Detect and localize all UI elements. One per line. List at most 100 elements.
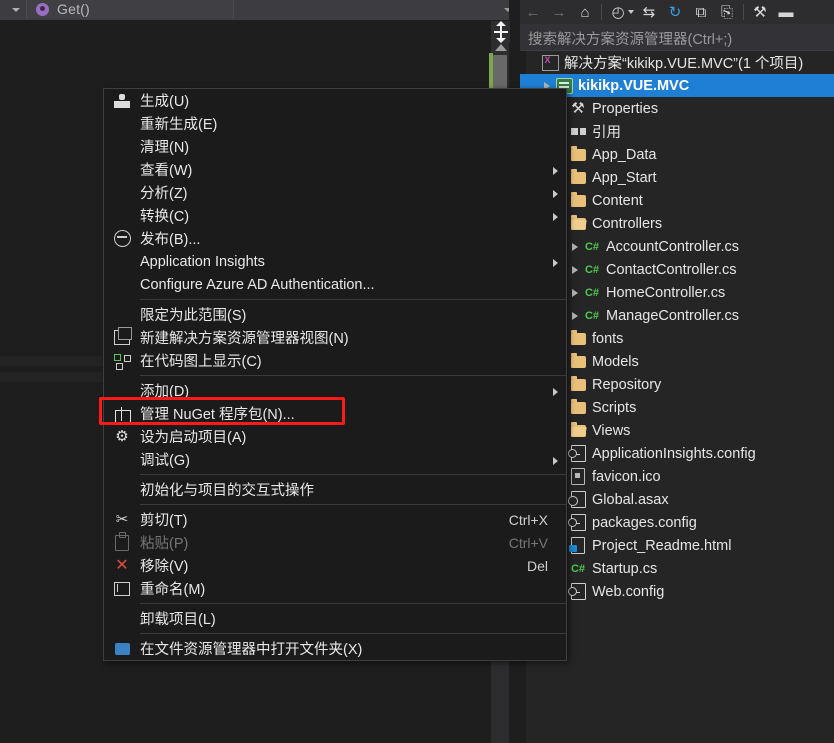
tree-item[interactable]: Project_Readme.html (520, 534, 834, 557)
refresh-icon[interactable]: ↻ (662, 1, 688, 23)
tree-item[interactable]: 引用 (520, 120, 834, 143)
menu-item[interactable]: 转换(C) (104, 204, 566, 227)
menu-item-label: 剪切(T) (140, 513, 188, 529)
menu-item[interactable]: 在代码图上显示(C) (104, 349, 566, 372)
tree-item[interactable]: C# ManageController.cs (520, 304, 834, 327)
menu-item[interactable]: Configure Azure AD Authentication... (104, 273, 566, 296)
menu-item[interactable]: ⚙ 设为启动项目(A) (104, 425, 566, 448)
tree-item-label: 解决方案“kikikp.VUE.MVC”(1 个项目) (564, 56, 804, 72)
solution-explorer-toolbar: ← → ⌂ ◴ ⇆ ↻ ⧉ ⎘ ⚒ ▬ (520, 0, 834, 24)
project-context-menu[interactable]: 生成(U) 重新生成(E) 清理(N) 查看(W) 分析(Z) 转换(C) 发布(B)...… (99, 88, 567, 661)
tree-item[interactable]: Scripts (520, 396, 834, 419)
collapse-all-icon[interactable]: ⧉ (688, 1, 714, 23)
tree-expander-empty (526, 51, 540, 74)
menu-item[interactable]: 添加(D) (104, 379, 566, 402)
menu-item[interactable]: Application Insights (104, 250, 566, 273)
tree-item[interactable]: ApplicationInsights.config (520, 442, 834, 465)
solution-explorer-tree[interactable]: 解决方案“kikikp.VUE.MVC”(1 个项目) kikikp.VUE.MV… (520, 51, 834, 743)
tree-item[interactable]: Web.config (520, 580, 834, 603)
tree-item[interactable]: App_Data (520, 143, 834, 166)
back-icon[interactable]: ← (520, 1, 546, 23)
show-all-files-icon[interactable]: ⎘ (714, 1, 740, 23)
menu-item[interactable]: 在文件资源管理器中打开文件夹(X) (104, 637, 566, 660)
tree-item[interactable]: C# HomeController.cs (520, 281, 834, 304)
tree-item[interactable]: Views (520, 419, 834, 442)
tree-item-label: favicon.ico (592, 468, 661, 485)
chevron-right-icon[interactable] (568, 235, 582, 258)
preview-selected-items-icon[interactable]: ▬ (773, 1, 799, 23)
tree-item[interactable]: 解决方案“kikikp.VUE.MVC”(1 个项目) (520, 51, 834, 74)
tree-item[interactable]: C# Startup.cs (520, 557, 834, 580)
menu-separator (140, 474, 566, 475)
menu-item[interactable]: ✂ 剪切(T) Ctrl+X (104, 508, 566, 531)
tree-item[interactable]: ⚒ Properties (520, 97, 834, 120)
sync-with-active-document-icon[interactable]: ⇆ (636, 1, 662, 23)
menu-item[interactable]: 限定为此范围(S) (104, 303, 566, 326)
solution-explorer-search[interactable]: 搜索解决方案资源管理器(Ctrl+;) (520, 24, 834, 51)
chevron-right-icon (553, 190, 558, 198)
menu-item-label: 限定为此范围(S) (140, 308, 247, 324)
tree-item-selected[interactable]: kikikp.VUE.MVC (520, 74, 834, 97)
tree-item[interactable]: packages.config (520, 511, 834, 534)
solution-icon (540, 51, 560, 74)
menu-item-label: 分析(Z) (140, 186, 188, 202)
menu-item[interactable]: 卸载项目(L) (104, 607, 566, 630)
tree-item-label: Controllers (592, 215, 663, 232)
gear-icon: ⚙ (115, 428, 129, 445)
html-file-icon (568, 534, 588, 557)
member-dropdown[interactable]: Get() (26, 0, 234, 19)
menu-item[interactable]: 管理 NuGet 程序包(N)... (99, 397, 566, 425)
chevron-right-icon[interactable] (568, 258, 582, 281)
tree-item-label: Models (592, 353, 639, 370)
tree-item-label: Project_Readme.html (592, 537, 732, 554)
menu-item-label: 重新生成(E) (140, 117, 218, 133)
menu-icon-empty (104, 448, 140, 471)
menu-item-label: 粘贴(P) (140, 536, 189, 552)
scroll-up-arrow-icon[interactable] (495, 44, 507, 51)
menu-icon-empty (104, 250, 140, 273)
tree-item[interactable]: C# ContactController.cs (520, 258, 834, 281)
menu-item[interactable]: 清理(N) (104, 135, 566, 158)
pending-changes-icon[interactable]: ◴ (605, 1, 631, 23)
menu-item-label: 管理 NuGet 程序包(N)... (140, 407, 295, 423)
menu-item[interactable]: 分析(Z) (104, 181, 566, 204)
menu-item-label: 新建解决方案资源管理器视图(N) (140, 331, 349, 347)
menu-icon-empty (104, 478, 140, 501)
menu-item[interactable]: 新建解决方案资源管理器视图(N) (104, 326, 566, 349)
tree-item[interactable]: Models (520, 350, 834, 373)
tree-item[interactable]: Repository (520, 373, 834, 396)
chevron-right-icon[interactable] (568, 281, 582, 304)
menu-item[interactable]: 重命名(M) (104, 577, 566, 600)
csharp-file-icon: C# (584, 309, 600, 322)
tree-item[interactable]: fonts (520, 327, 834, 350)
forward-icon[interactable]: → (546, 1, 572, 23)
menu-item-label: Application Insights (140, 253, 265, 270)
tree-item-label: App_Data (592, 146, 657, 163)
chevron-right-icon (553, 167, 558, 175)
properties-icon[interactable]: ⚒ (747, 1, 773, 23)
tree-item[interactable]: Controllers (520, 212, 834, 235)
solution-explorer-pane: ←→⌂ ◴⇆↻⧉⎘ ⚒▬ 搜索解决方案资源管理器(Ctrl+;) 解决方案“kiki… (520, 0, 834, 743)
tree-item[interactable]: C# AccountController.cs (520, 235, 834, 258)
menu-item-label: 在文件资源管理器中打开文件夹(X) (140, 642, 363, 658)
tree-item-label: 引用 (592, 125, 621, 141)
tree-item[interactable]: favicon.ico (520, 465, 834, 488)
menu-item[interactable]: 调试(G) (104, 448, 566, 471)
home-icon[interactable]: ⌂ (572, 1, 598, 23)
tree-item[interactable]: Global.asax (520, 488, 834, 511)
menu-item-shortcut: Ctrl+X (508, 511, 548, 528)
menu-item[interactable]: 发布(B)... (104, 227, 566, 250)
menu-item[interactable]: ✕ 移除(V) Del (104, 554, 566, 577)
tree-item[interactable]: App_Start (520, 166, 834, 189)
tree-item[interactable]: Content (520, 189, 834, 212)
menu-item[interactable]: 初始化与项目的交互式操作 (104, 478, 566, 501)
menu-item[interactable]: 查看(W) (104, 158, 566, 181)
asax-file-icon (567, 488, 588, 511)
menu-item[interactable]: 重新生成(E) (104, 112, 566, 135)
menu-item[interactable]: 生成(U) (104, 89, 566, 112)
chevron-right-icon[interactable] (568, 304, 582, 327)
tree-item-label: Repository (592, 376, 662, 393)
menu-icon-empty (104, 273, 140, 296)
type-dropdown[interactable] (0, 0, 26, 19)
menu-item: 粘贴(P) Ctrl+V (104, 531, 566, 554)
